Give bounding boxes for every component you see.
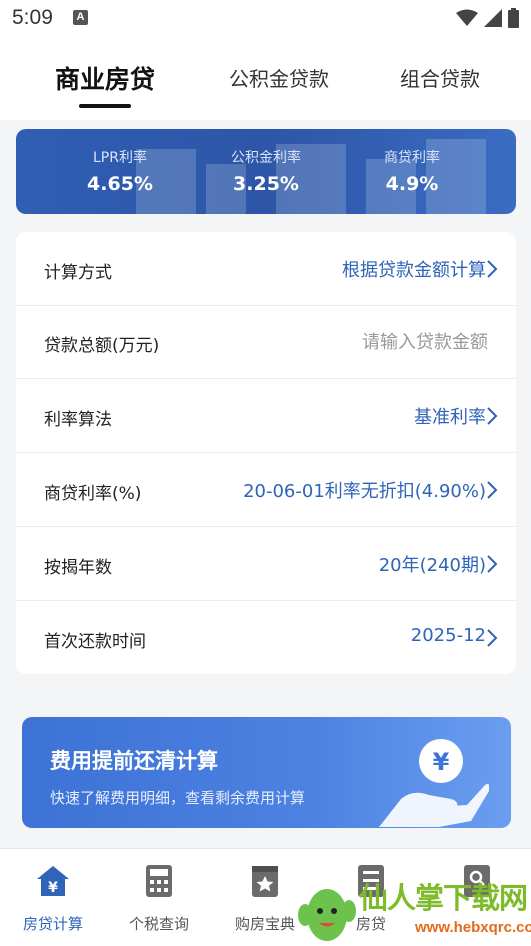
hand-coin-icon: ¥ bbox=[379, 739, 489, 827]
watermark-text: 仙人掌下载网 bbox=[359, 881, 528, 915]
row-value: 根据贷款金额计算 bbox=[342, 260, 486, 281]
promo-title: 费用提前还清计算 bbox=[50, 749, 218, 773]
status-time: 5:09 bbox=[12, 6, 53, 29]
rate-label: 公积金利率 bbox=[231, 150, 301, 166]
tab-commercial-loan[interactable]: 商业房贷 bbox=[38, 36, 172, 120]
rate-banner: LPR利率 4.65% 公积金利率 3.25% 商贷利率 4.9% bbox=[16, 129, 516, 214]
watermark-url: www.hebxqrc.com bbox=[415, 919, 531, 936]
rate-value: 4.65% bbox=[87, 173, 153, 195]
chevron-right-icon bbox=[487, 407, 498, 425]
yen-symbol: ¥ bbox=[433, 748, 450, 776]
row-label: 按揭年数 bbox=[44, 558, 112, 578]
mortgage-years-row[interactable]: 按揭年数 20年(240期) bbox=[16, 527, 516, 601]
row-value: 2025-12 bbox=[410, 625, 486, 646]
row-label: 计算方式 bbox=[44, 263, 112, 283]
tab-provident-fund-loan[interactable]: 公积金贷款 bbox=[212, 36, 346, 120]
row-value: 20年(240期) bbox=[378, 555, 486, 576]
row-value: 20-06-01利率无折扣(4.90%) bbox=[243, 481, 486, 502]
notification-a-icon: A bbox=[73, 10, 88, 25]
chevron-right-icon bbox=[487, 629, 498, 647]
active-tab-indicator bbox=[79, 104, 131, 108]
nav-mortgage-calc[interactable]: ¥ 房贷计算 bbox=[0, 849, 106, 946]
nav-label: 房贷计算 bbox=[22, 915, 83, 933]
status-bar: 5:09 A bbox=[0, 0, 531, 36]
book-star-icon bbox=[252, 866, 278, 897]
house-yen-icon: ¥ bbox=[37, 866, 69, 896]
chevron-right-icon bbox=[487, 555, 498, 573]
row-label: 首次还款时间 bbox=[44, 632, 146, 652]
rate-algorithm-row[interactable]: 利率算法 基准利率 bbox=[16, 379, 516, 453]
loan-form: 计算方式 根据贷款金额计算 贷款总额(万元) 利率算法 基准利率 商贷利率(%)… bbox=[16, 232, 516, 674]
loan-amount-row: 贷款总额(万元) bbox=[16, 305, 516, 379]
promo-subtitle: 快速了解费用明细，查看剩余费用计算 bbox=[50, 789, 306, 807]
loan-type-tabs: 商业房贷 公积金贷款 组合贷款 bbox=[0, 36, 531, 120]
tab-combined-loan[interactable]: 组合贷款 bbox=[380, 36, 500, 120]
loan-amount-input[interactable] bbox=[236, 327, 490, 357]
row-value: 基准利率 bbox=[414, 407, 486, 428]
calculator-icon bbox=[146, 865, 172, 897]
nav-tax-query[interactable]: 个税查询 bbox=[106, 849, 212, 946]
prepayment-calc-banner[interactable]: 费用提前还清计算 快速了解费用明细，查看剩余费用计算 ¥ bbox=[22, 717, 511, 828]
rate-label: LPR利率 bbox=[93, 150, 147, 166]
tab-label: 组合贷款 bbox=[400, 67, 480, 91]
status-icons bbox=[456, 8, 519, 28]
first-payment-row[interactable]: 首次还款时间 2025-12 bbox=[16, 601, 516, 674]
calc-method-row[interactable]: 计算方式 根据贷款金额计算 bbox=[16, 232, 516, 306]
row-label: 贷款总额(万元) bbox=[44, 336, 160, 356]
chevron-right-icon bbox=[487, 260, 498, 278]
rate-label: 商贷利率 bbox=[384, 150, 440, 166]
wifi-icon bbox=[456, 9, 478, 26]
signal-icon bbox=[484, 9, 502, 27]
svg-text:¥: ¥ bbox=[48, 880, 58, 896]
site-watermark: 仙人掌下载网 www.hebxqrc.com bbox=[297, 875, 531, 945]
rate-provident-fund: 公积金利率 3.25% bbox=[196, 147, 336, 195]
row-label: 利率算法 bbox=[44, 410, 112, 430]
cactus-logo bbox=[298, 889, 356, 941]
nav-label: 个税查询 bbox=[128, 915, 189, 933]
chevron-right-icon bbox=[487, 481, 498, 499]
battery-icon bbox=[508, 8, 519, 28]
row-label: 商贷利率(%) bbox=[44, 484, 142, 504]
tab-label: 商业房贷 bbox=[54, 65, 155, 94]
tab-label: 公积金贷款 bbox=[229, 67, 329, 91]
commercial-rate-row[interactable]: 商贷利率(%) 20-06-01利率无折扣(4.90%) bbox=[16, 453, 516, 527]
rate-commercial: 商贷利率 4.9% bbox=[342, 147, 482, 195]
rate-value: 3.25% bbox=[233, 173, 299, 195]
rate-value: 4.9% bbox=[385, 173, 439, 195]
rate-lpr: LPR利率 4.65% bbox=[50, 147, 190, 195]
